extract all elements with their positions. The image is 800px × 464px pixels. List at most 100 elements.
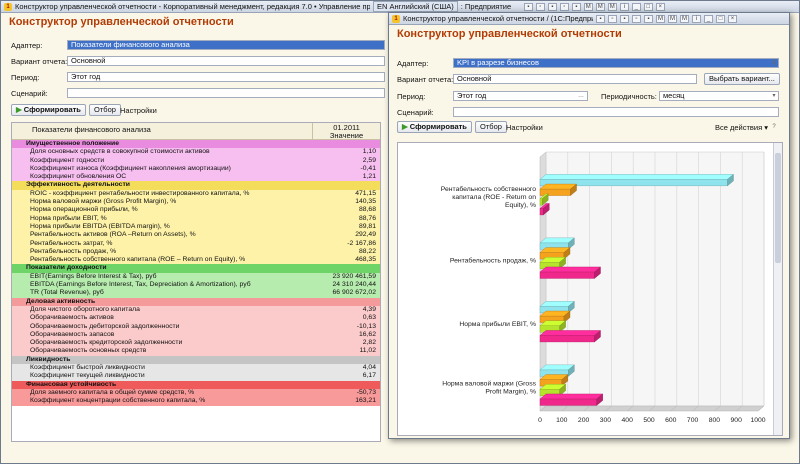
maximize-icon[interactable]: □ [643,2,653,11]
table-row[interactable]: Коэффициент годности 2,59 [12,156,380,165]
period-field[interactable]: Этот год [67,72,385,82]
kpi-bar-chart: 0 100 200 300 400 500 600 700 800 900 1000 Рентабел… [441,151,766,424]
chart-bar[interactable] [539,398,597,406]
m-minus-icon[interactable]: M [607,2,617,11]
table-row[interactable]: Норма валовой маржи (Gross Profit Margin… [12,198,380,207]
kpi-run-report-button[interactable]: ▶ Сформировать [397,121,472,133]
indicator-name: Коэффициент обновления ОС [30,173,127,181]
table-group-row[interactable]: Показатели доходности [12,264,380,273]
play-icon: ▶ [402,122,408,131]
all-actions-menu[interactable]: Все действия ▾ [715,123,768,132]
periodicity-field[interactable]: месяц [659,91,779,101]
category-label: Profit Margin), % [485,388,536,395]
table-row[interactable]: Коэффициент концентрации собственного ка… [12,397,380,406]
chart-bar[interactable] [539,335,595,343]
scrollbar-thumb[interactable] [775,153,781,263]
chart-scrollbar[interactable] [773,143,782,435]
app-1c-icon: 1 [392,14,400,23]
kpi-adapter-field[interactable]: KPI в разрезе бизнесов [453,58,779,68]
period-select-icon[interactable]: … [577,92,585,100]
calendar-icon[interactable]: ▪ [571,2,581,11]
kpi-scenario-field[interactable] [453,107,779,117]
settings-button[interactable]: Настройки [120,106,157,115]
table-group-row[interactable]: Имущественное положение [12,140,380,149]
table-row[interactable]: Коэффициент текущей ликвидности 6,17 [12,372,380,381]
save-icon[interactable]: ▪ [523,2,533,11]
table-row[interactable]: TR (Total Revenue), руб 66 902 672,02 [12,289,380,298]
table-row[interactable]: Оборачиваемость запасов 16,62 [12,330,380,340]
table-row[interactable]: ROIC - коэффициент рентабельности инвест… [12,189,380,199]
close-icon[interactable]: × [728,14,737,23]
open-icon[interactable]: Q [770,59,778,67]
m-plus-icon[interactable]: M [668,14,677,23]
indicator-name: Коэффициент износа (Коэффициент накоплен… [30,164,231,172]
run-report-button[interactable]: ▶ Сформировать [11,104,86,116]
choose-variant-button[interactable]: Выбрать вариант... [704,73,780,85]
kpi-filter-button[interactable]: Отбор [475,121,507,133]
m-icon[interactable]: M [583,2,593,11]
minimize-icon[interactable]: _ [631,2,641,11]
calc-icon[interactable]: ▫ [559,2,569,11]
table-row[interactable]: Рентабельность активов (ROA –Return on A… [12,231,380,240]
calendar-icon[interactable]: ▪ [644,14,653,23]
print-icon[interactable]: ▫ [608,14,617,23]
m-minus-icon[interactable]: M [680,14,689,23]
save-icon[interactable]: ▪ [596,14,605,23]
table-row[interactable]: EBIT(Earnings Before Interest & Tax), ру… [12,272,380,282]
table-row[interactable]: Доля чистого оборотного капитала 4,39 [12,305,380,315]
kpi-period-field[interactable]: Этот год [453,91,588,101]
print-icon[interactable]: ▫ [535,2,545,11]
adapter-field[interactable]: Показатели финансового анализа [67,40,385,50]
table-row[interactable]: Коэффициент износа (Коэффициент накоплен… [12,164,380,174]
table-group-row[interactable]: Деловая активность [12,297,380,306]
kpi-variant-field[interactable]: Основной [453,74,697,84]
info-icon[interactable]: i [619,2,629,11]
table-row[interactable]: Норма операционной прибыли, % 88,68 [12,206,380,215]
language-indicator[interactable]: EN Английский (США) [373,1,458,12]
chart-bar-top [539,174,735,180]
minimize-icon[interactable]: _ [704,14,713,23]
table-group-row[interactable]: Финансовая устойчивость [12,380,380,389]
table-row[interactable]: Норма прибыли EBIT, % 88,76 [12,214,380,223]
category-label: Рентабельность собственного [441,185,536,193]
table-row[interactable]: Рентабельность собственного капитала (RO… [12,256,380,265]
m-plus-icon[interactable]: M [595,2,605,11]
chart-bar[interactable] [539,198,543,206]
kpi-scenario-label: Сценарий: [397,108,434,117]
table-row[interactable]: Рентабельность продаж, % 88,22 [12,247,380,257]
close-icon[interactable]: × [655,2,665,11]
table-row[interactable]: Норма прибыли EBITDA (EBITDA margin), % 8… [12,222,380,232]
copy-icon[interactable]: ▪ [620,14,629,23]
table-group-row[interactable]: Эффективность деятельности [12,181,380,190]
calc-icon[interactable]: ▫ [632,14,641,23]
table-row[interactable]: Доля заемного капитала в общей сумме сре… [12,388,380,398]
indicator-name: Финансовая устойчивость [26,380,117,388]
variant-field[interactable]: Основной [67,56,385,66]
table-group-row[interactable]: Ликвидность [12,355,380,365]
help-icon[interactable]: ? [770,123,778,131]
filter-button[interactable]: Отбор [89,104,121,116]
info-icon[interactable]: i [692,14,701,23]
kpi-settings-button[interactable]: Настройки [506,123,543,132]
table-row[interactable]: Рентабельность затрат, % -2 167,86 [12,239,380,248]
table-row[interactable]: Коэффициент быстрой ликвидности 4,04 [12,364,380,373]
chart-bar[interactable] [539,188,571,196]
m-icon[interactable]: M [656,14,665,23]
indicator-value: 140,35 [355,198,376,206]
chart-bar[interactable] [539,208,544,216]
table-row[interactable]: Доля основных средств в совокупной стоим… [12,148,380,157]
table-row[interactable]: Оборачиваемость дебиторской задолженност… [12,322,380,331]
chart-bar[interactable] [539,271,595,279]
table-row[interactable]: Оборачиваемость основных средств 11,02 [12,347,380,356]
copy-icon[interactable]: ▪ [547,2,557,11]
maximize-icon[interactable]: □ [716,14,725,23]
table-row[interactable]: Оборачиваемость активов 0,63 [12,314,380,323]
table-row[interactable]: Коэффициент обновления ОС 1,21 [12,173,380,182]
indicator-name: Доля основных средств в совокупной стоим… [30,148,210,156]
chart-bar-top [539,330,602,336]
app-1c-icon: 1 [4,2,12,11]
table-row[interactable]: EBITDA (Earnings Before Interest, Tax, D… [12,281,380,290]
table-row[interactable]: Оборачиваемость кредиторской задолженнос… [12,339,380,348]
scenario-field[interactable] [67,88,385,98]
chevron-down-icon[interactable]: ▾ [770,92,778,100]
